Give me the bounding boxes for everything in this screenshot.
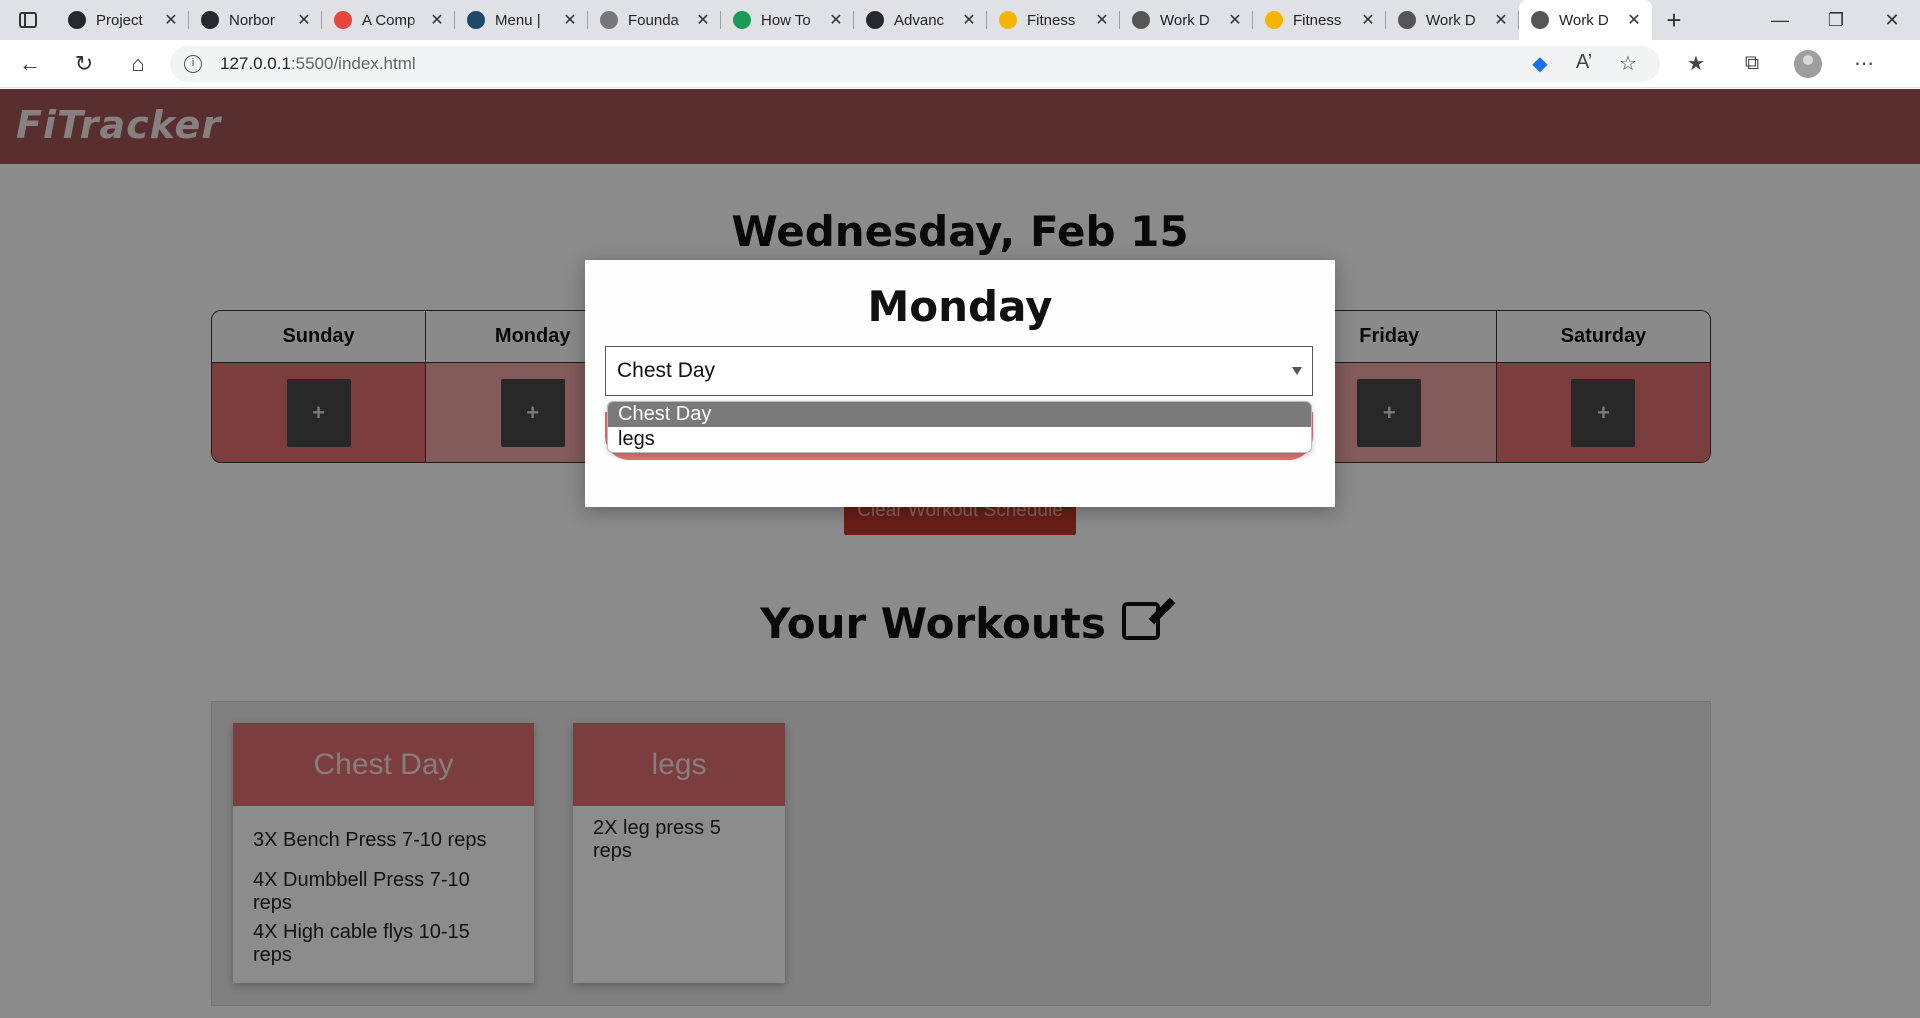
page-icon (1132, 11, 1150, 29)
tab-title: Work D (1160, 11, 1210, 29)
close-tab-icon[interactable]: ✕ (296, 10, 312, 30)
browser-tab[interactable]: Founda ✕ (588, 0, 721, 40)
browser-tab[interactable]: Project ✕ (56, 0, 189, 40)
tab-title: How To (761, 11, 811, 29)
close-tab-icon[interactable]: ✕ (1360, 10, 1376, 30)
site-info-icon[interactable]: i (184, 54, 202, 73)
tab-title: A Comp (362, 11, 416, 29)
profile-avatar[interactable] (1794, 49, 1822, 78)
collections-icon[interactable]: ⧉ (1724, 52, 1780, 75)
close-tab-icon[interactable]: ✕ (429, 10, 445, 30)
close-tab-icon[interactable]: ✕ (1493, 10, 1509, 30)
assign-workout-modal: Monday Chest Day Chest Day legs (585, 260, 1335, 507)
window-controls: — ❐ ✕ (1752, 0, 1920, 40)
workout-option[interactable]: legs (608, 427, 1311, 452)
tab-actions-icon (19, 12, 37, 28)
github-icon (68, 11, 86, 29)
tab-title: Project (96, 11, 143, 29)
favorites-icon[interactable]: ★ (1668, 51, 1724, 76)
reload-button[interactable]: ↻ (60, 44, 108, 84)
chevron-down-icon (1292, 367, 1302, 375)
slides-icon (1265, 11, 1283, 29)
workout-option[interactable]: Chest Day (608, 402, 1311, 427)
tab-title: Norbor (229, 11, 275, 29)
coupon-tag-icon[interactable]: ◆ (1518, 51, 1562, 76)
browser-tab[interactable]: Advanc ✕ (854, 0, 987, 40)
address-bar: ← ↻ ⌂ i 127.0.0.1:5500/index.html ◆ A’ ☆… (0, 40, 1920, 88)
tab-title: Fitness (1027, 11, 1076, 29)
browser-tab[interactable]: Work D ✕ (1120, 0, 1253, 40)
browser-tab[interactable]: A Comp ✕ (322, 0, 455, 40)
modal-title: Monday (867, 282, 1053, 331)
close-tab-icon[interactable]: ✕ (695, 10, 711, 30)
read-aloud-icon[interactable]: A’ (1562, 51, 1606, 76)
tab-actions-button[interactable] (0, 0, 56, 40)
url-field[interactable]: i 127.0.0.1:5500/index.html ◆ A’ ☆ (170, 45, 1660, 82)
tab-title: Advanc (894, 11, 945, 29)
tab-title: Founda (628, 11, 679, 29)
browser-tab[interactable]: How To ✕ (721, 0, 854, 40)
modal-overlay[interactable] (0, 89, 1920, 1018)
url-text: 127.0.0.1:5500/index.html (220, 54, 416, 74)
f-logo-icon (467, 11, 485, 29)
browser-tab[interactable]: Fitness ✕ (987, 0, 1120, 40)
asterisk-icon (334, 11, 352, 29)
add-favorite-icon[interactable]: ☆ (1606, 51, 1650, 76)
more-menu-icon[interactable]: ⋯ (1836, 51, 1892, 76)
workout-select[interactable]: Chest Day (605, 346, 1313, 396)
browser-tab[interactable]: Norbor ✕ (189, 0, 322, 40)
new-tab-button[interactable]: + (1652, 5, 1696, 36)
url-host: 127.0.0.1 (220, 53, 291, 73)
workout-select-value: Chest Day (617, 359, 716, 382)
home-button[interactable]: ⌂ (114, 44, 162, 84)
workout-options: Chest Day legs (607, 401, 1312, 453)
tab-title: Fitness (1293, 11, 1342, 29)
github-icon (201, 11, 219, 29)
github-icon (866, 11, 884, 29)
slides-icon (999, 11, 1017, 29)
close-tab-icon[interactable]: ✕ (828, 10, 844, 30)
tab-title: Menu | (495, 11, 541, 29)
foundation-icon (600, 11, 618, 29)
close-tab-icon[interactable]: ✕ (562, 10, 578, 30)
browser-tab[interactable]: Menu | ✕ (455, 0, 588, 40)
w-logo-icon (733, 11, 751, 29)
tab-strip: Project ✕ Norbor ✕ A Comp ✕ Menu | ✕ Founda ✕ How … (56, 0, 1652, 40)
omnibox-icons: ◆ A’ ☆ (1518, 51, 1650, 76)
toolbar: ★ ⧉ ⋯ (1668, 49, 1892, 78)
page-icon (1398, 11, 1416, 29)
page: FiTracker Wednesday, Feb 15 Sunday + Monda… (0, 89, 1920, 1018)
close-tab-icon[interactable]: ✕ (1227, 10, 1243, 30)
close-window-button[interactable]: ✕ (1864, 0, 1920, 40)
tab-title: Work D (1426, 11, 1476, 29)
back-button[interactable]: ← (6, 44, 54, 84)
minimize-button[interactable]: — (1752, 0, 1808, 40)
tab-title: Work D (1559, 11, 1609, 29)
close-tab-icon[interactable]: ✕ (1626, 10, 1642, 30)
page-icon (1531, 11, 1549, 29)
close-tab-icon[interactable]: ✕ (163, 10, 179, 30)
close-tab-icon[interactable]: ✕ (1094, 10, 1110, 30)
browser-tab[interactable]: Work D ✕ (1519, 0, 1652, 40)
restore-button[interactable]: ❐ (1808, 0, 1864, 40)
browser-tab[interactable]: Work D ✕ (1386, 0, 1519, 40)
url-path: :5500/index.html (290, 53, 416, 73)
browser-tab-bar: Project ✕ Norbor ✕ A Comp ✕ Menu | ✕ Founda ✕ How … (0, 0, 1920, 40)
close-tab-icon[interactable]: ✕ (961, 10, 977, 30)
browser-tab[interactable]: Fitness ✕ (1253, 0, 1386, 40)
